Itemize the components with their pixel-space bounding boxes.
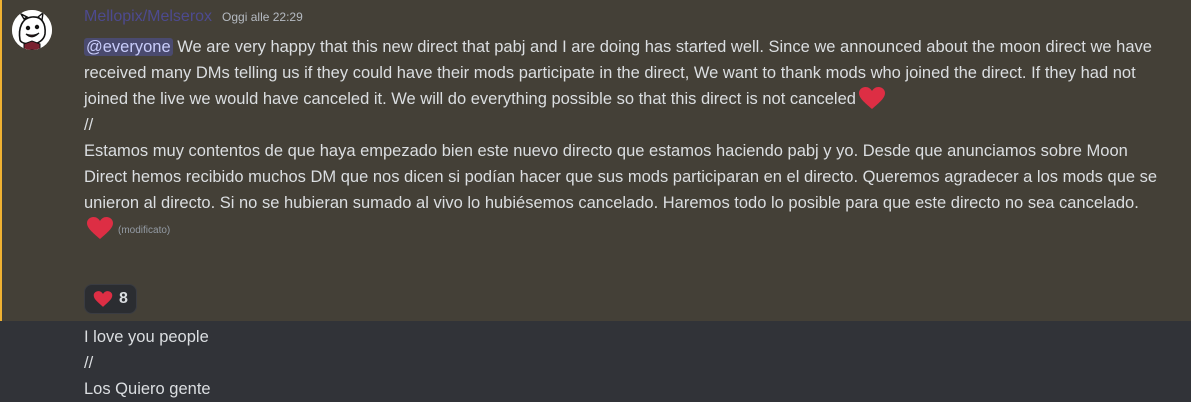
chat-area: Mellopix/Melserox Oggi alle 22:29 @every… <box>0 0 1191 402</box>
message-content: @everyone We are very happy that this ne… <box>84 34 1164 244</box>
message-separator: // <box>84 116 94 134</box>
heart-reaction-button[interactable]: 8 <box>84 284 137 314</box>
message-line: I love you people <box>84 328 209 346</box>
reaction-count: 8 <box>119 290 128 307</box>
avatar-cartoon-icon <box>12 10 52 50</box>
message-header: Mellopix/Melserox Oggi alle 22:29 <box>84 8 303 32</box>
heart-emoji-icon <box>87 217 113 239</box>
heart-emoji-icon <box>858 87 885 109</box>
follow-up-message[interactable]: I love you people // Los Quiero gente <box>84 324 1164 402</box>
avatar[interactable] <box>12 10 52 50</box>
message-separator: // <box>84 354 94 372</box>
edited-label[interactable]: (modificato) <box>118 225 170 236</box>
message-text-spanish: Estamos muy contentos de que haya empeza… <box>84 142 1158 212</box>
message-line: Los Quiero gente <box>84 380 211 398</box>
heart-emoji-icon <box>93 291 113 307</box>
message-text-english: We are very happy that this new direct t… <box>84 38 1152 108</box>
message-paragraph-english: @everyone We are very happy that this ne… <box>84 34 1164 112</box>
everyone-mention[interactable]: @everyone <box>84 38 173 56</box>
author-name[interactable]: Mellopix/Melserox <box>84 8 212 26</box>
message-paragraph-spanish: Estamos muy contentos de que haya empeza… <box>84 138 1164 244</box>
message-timestamp[interactable]: Oggi alle 22:29 <box>222 10 303 24</box>
